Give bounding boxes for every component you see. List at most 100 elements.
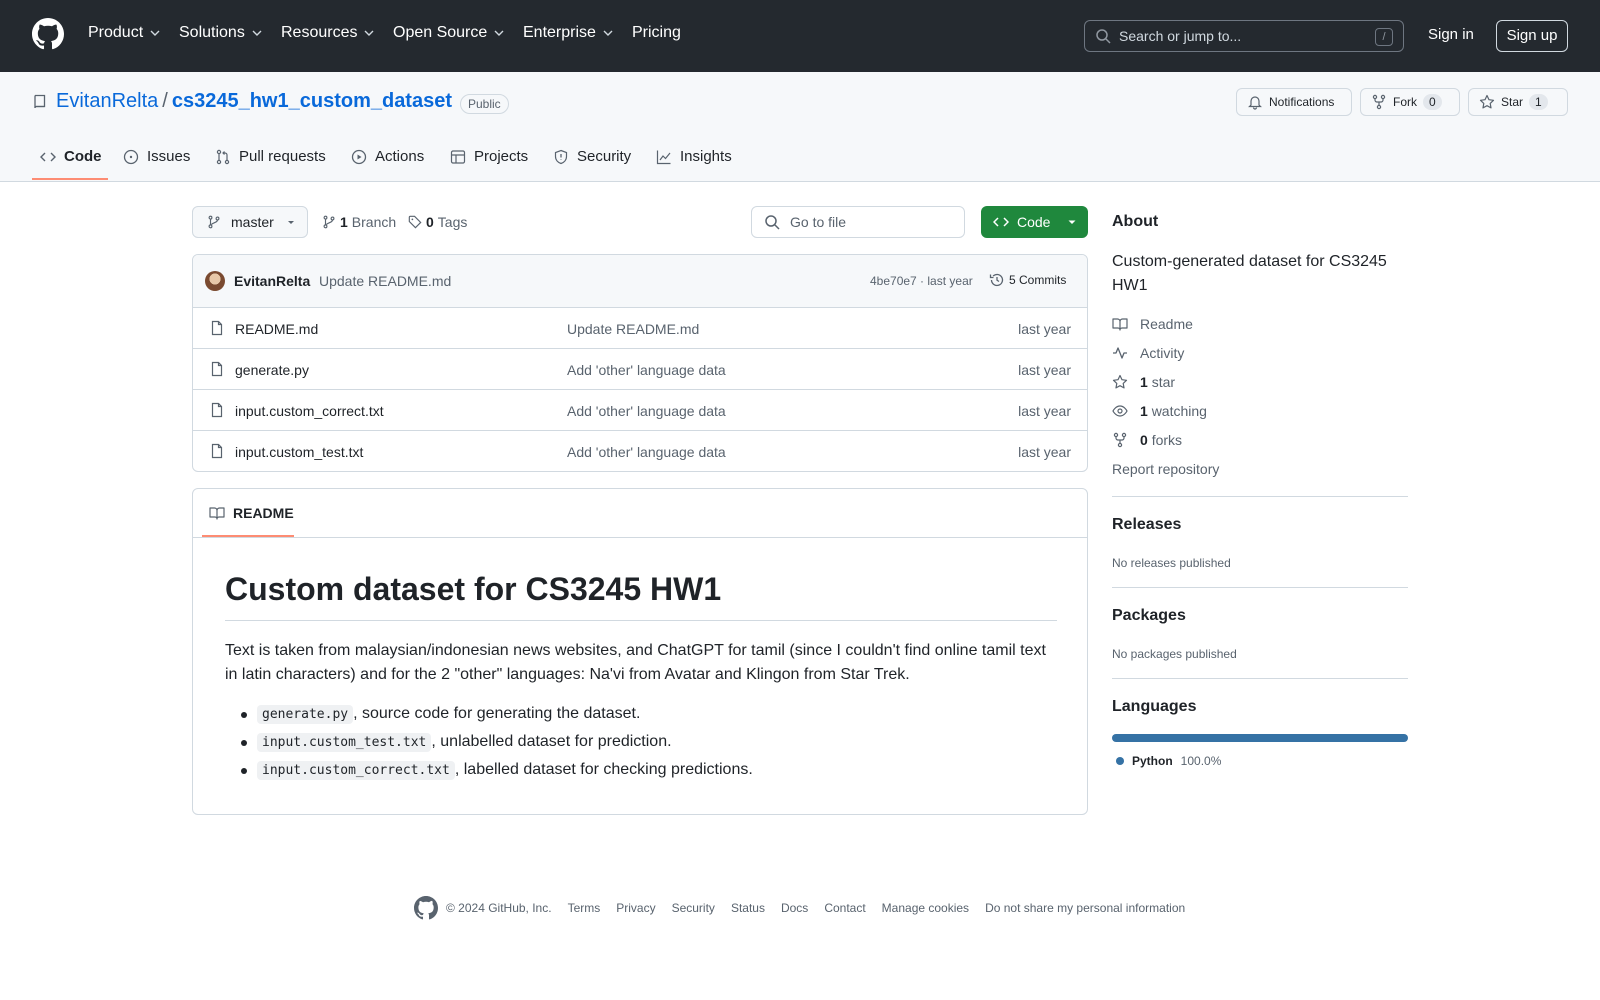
tab-projects[interactable]: Projects: [450, 148, 528, 165]
nav-label: Solutions: [179, 24, 245, 41]
file-name-link[interactable]: input.custom_correct.txt: [235, 403, 384, 419]
file-name-link[interactable]: input.custom_test.txt: [235, 444, 363, 460]
list-item-text: , labelled dataset for checking predicti…: [454, 761, 753, 778]
active-tab-indicator: [32, 178, 108, 180]
tag-icon: [408, 215, 422, 229]
star-button[interactable]: Star 1: [1468, 88, 1568, 116]
releases-heading[interactable]: Releases: [1112, 516, 1181, 534]
report-repository-link[interactable]: Report repository: [1112, 461, 1219, 477]
graph-icon: [656, 150, 671, 164]
sidebar-divider: [1112, 587, 1408, 588]
inline-code: input.custom_correct.txt: [257, 761, 455, 780]
commit-sha-time[interactable]: 4be70e7 · last year: [870, 274, 973, 288]
file-commit-link[interactable]: Add 'other' language data: [567, 444, 726, 460]
github-logo-icon[interactable]: [414, 896, 438, 920]
nav-label: Resources: [281, 24, 358, 41]
file-row: README.md Update README.md last year: [193, 308, 1087, 349]
repo-title: EvitanRelta / cs3245_hw1_custom_dataset: [56, 90, 452, 113]
tag-count: 0: [426, 214, 434, 230]
readme-link[interactable]: Readme: [1112, 316, 1193, 332]
tab-issues[interactable]: Issues: [123, 148, 190, 165]
file-name-link[interactable]: generate.py: [235, 362, 309, 378]
avatar[interactable]: [205, 271, 225, 291]
footer-link-security[interactable]: Security: [672, 901, 715, 915]
repo-icon: [34, 94, 46, 109]
issue-opened-icon: [123, 149, 139, 164]
go-to-file-input[interactable]: Go to file: [751, 206, 965, 238]
file-icon: [211, 361, 223, 377]
nav-enterprise[interactable]: Enterprise: [523, 24, 614, 42]
footer-link-contact[interactable]: Contact: [824, 901, 865, 915]
file-age: last year: [1018, 321, 1071, 337]
tab-code[interactable]: Code: [40, 148, 102, 165]
sign-up-button[interactable]: Sign up: [1496, 20, 1568, 52]
commit-message-link[interactable]: Update README.md: [319, 273, 451, 289]
shield-icon: [554, 149, 568, 164]
no-releases-text: No releases published: [1112, 556, 1231, 570]
inline-code: input.custom_test.txt: [257, 733, 432, 752]
commit-author-link[interactable]: EvitanRelta: [234, 273, 310, 289]
footer-link-do-not-share[interactable]: Do not share my personal information: [985, 901, 1185, 915]
nav-product[interactable]: Product: [88, 24, 161, 42]
footer-link-docs[interactable]: Docs: [781, 901, 808, 915]
list-item: input.custom_test.txt, unlabelled datase…: [225, 730, 1057, 758]
watchers-link[interactable]: 1 watching: [1112, 403, 1207, 419]
search-input[interactable]: Search or jump to... /: [1084, 20, 1404, 52]
branches-link[interactable]: 1 Branch: [322, 214, 396, 230]
repo-forked-icon: [1372, 94, 1386, 110]
fork-button[interactable]: Fork 0: [1360, 88, 1460, 116]
nav-pricing[interactable]: Pricing: [632, 24, 681, 42]
tab-insights[interactable]: Insights: [656, 148, 732, 165]
tab-label: Issues: [147, 148, 191, 165]
file-commit-link[interactable]: Update README.md: [567, 321, 699, 337]
language-item-python[interactable]: Python 100.0%: [1116, 754, 1221, 768]
file-commit-link[interactable]: Add 'other' language data: [567, 403, 726, 419]
file-commit-link[interactable]: Add 'other' language data: [567, 362, 726, 378]
packages-heading[interactable]: Packages: [1112, 607, 1186, 625]
github-logo-icon[interactable]: [32, 18, 64, 50]
nav-open-source[interactable]: Open Source: [393, 24, 505, 42]
tab-label: Pull requests: [239, 148, 326, 165]
chevron-down-icon: [494, 30, 504, 36]
file-name-link[interactable]: README.md: [235, 321, 318, 337]
sign-in-link[interactable]: Sign in: [1428, 26, 1474, 43]
footer-link-manage-cookies[interactable]: Manage cookies: [882, 901, 969, 915]
tags-link[interactable]: 0 Tags: [408, 214, 467, 230]
file-row: input.custom_correct.txt Add 'other' lan…: [193, 390, 1087, 431]
footer-link-privacy[interactable]: Privacy: [616, 901, 655, 915]
file-icon: [211, 402, 223, 418]
forks-label: forks: [1151, 432, 1183, 448]
readme-divider: [193, 537, 1087, 538]
commits-history-link[interactable]: 5 Commits: [989, 272, 1066, 288]
activity-link[interactable]: Activity: [1112, 345, 1184, 361]
tab-actions[interactable]: Actions: [351, 148, 424, 165]
code-dropdown-button[interactable]: Code: [981, 206, 1088, 238]
stars-link[interactable]: 1 star: [1112, 374, 1175, 390]
nav-solutions[interactable]: Solutions: [179, 24, 263, 42]
notifications-button[interactable]: Notifications: [1236, 88, 1352, 116]
tab-pull-requests[interactable]: Pull requests: [215, 148, 326, 165]
nav-label: Pricing: [632, 24, 681, 41]
nav-resources[interactable]: Resources: [281, 24, 375, 42]
book-icon: [1112, 318, 1128, 331]
code-icon: [40, 152, 56, 161]
forks-link[interactable]: 0 forks: [1112, 432, 1182, 448]
footer-link-terms[interactable]: Terms: [568, 901, 601, 915]
repo-forked-icon: [1113, 432, 1127, 448]
eye-icon: [1112, 405, 1128, 417]
branch-select-button[interactable]: master: [192, 206, 308, 238]
language-percent: 100.0%: [1180, 754, 1222, 768]
global-header: Product Solutions Resources Open Source …: [0, 0, 1600, 72]
footer-link-status[interactable]: Status: [731, 901, 765, 915]
git-pull-request-icon: [216, 149, 230, 164]
chevron-down-icon: [364, 30, 374, 36]
about-description: Custom-generated dataset for CS3245 HW1: [1112, 253, 1387, 294]
repo-owner-link[interactable]: EvitanRelta: [56, 90, 158, 113]
star-label: Star: [1501, 95, 1524, 109]
book-icon: [209, 507, 225, 520]
repo-name-link[interactable]: cs3245_hw1_custom_dataset: [172, 90, 452, 113]
tab-security[interactable]: Security: [553, 148, 631, 165]
file-row: input.custom_test.txt Add 'other' langua…: [193, 431, 1087, 471]
readme-tab[interactable]: README: [209, 505, 294, 521]
go-to-file-placeholder: Go to file: [790, 214, 847, 230]
